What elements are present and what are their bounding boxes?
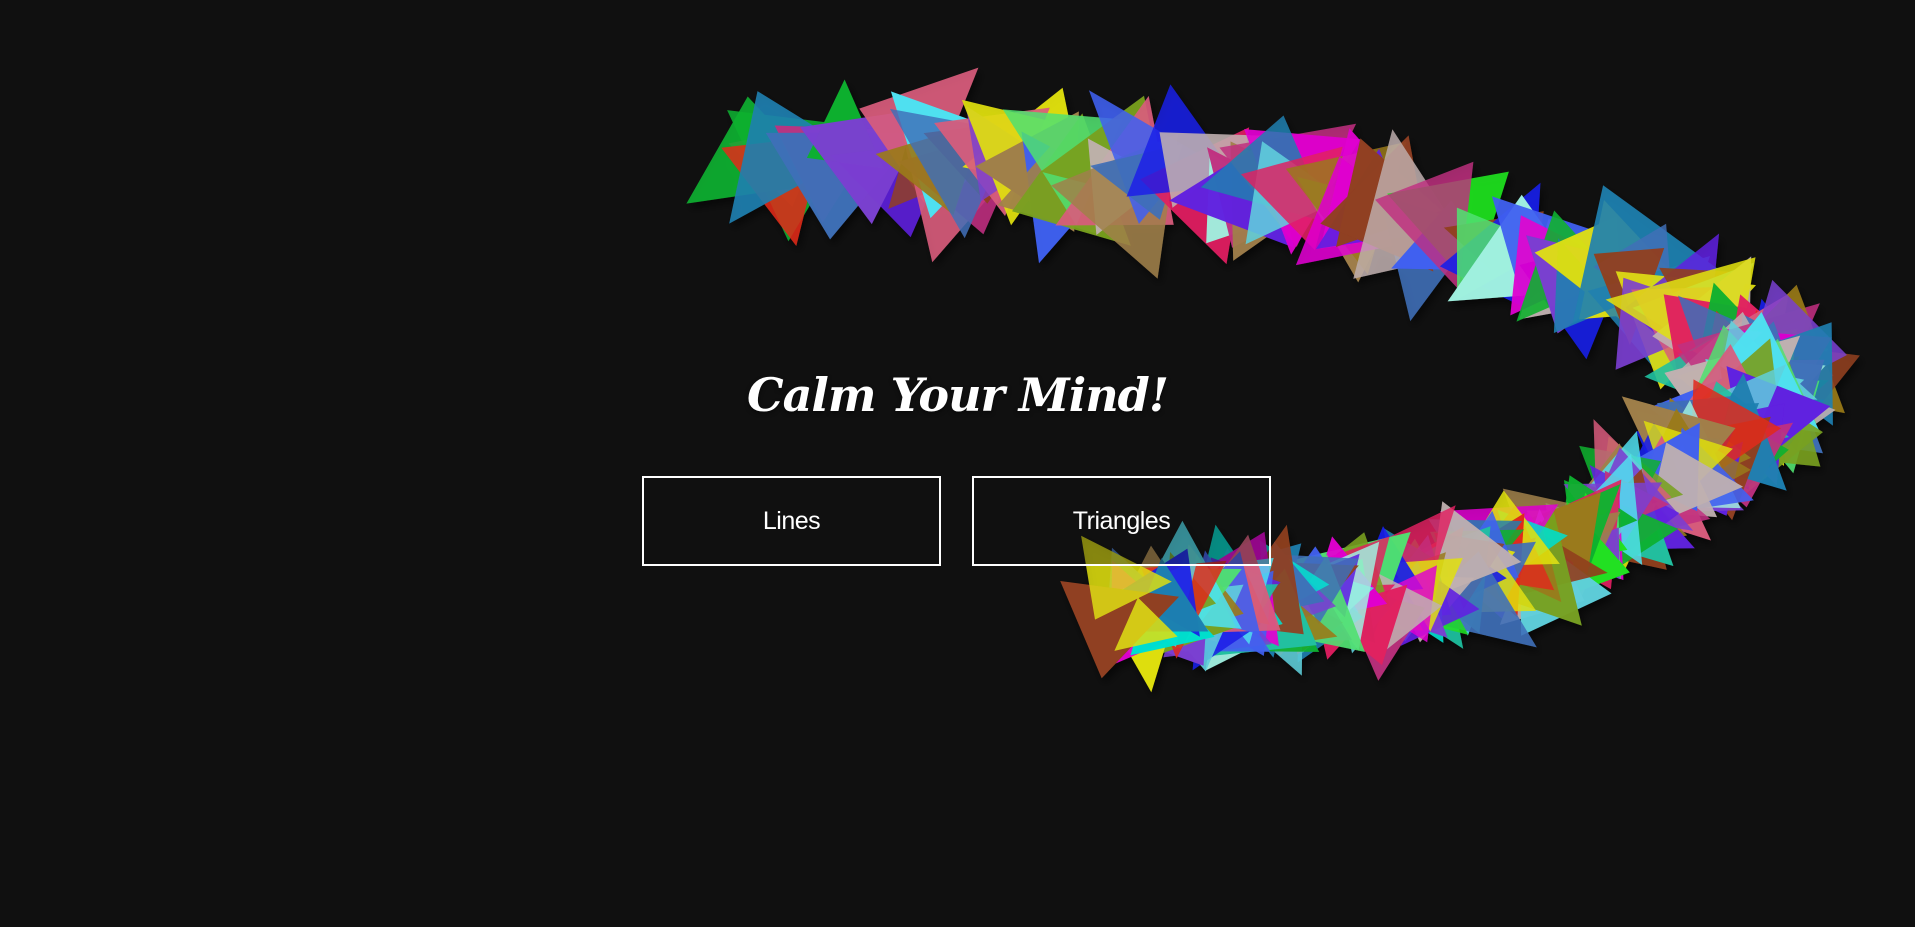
lines-button[interactable]: Lines [642,476,941,566]
lines-button-label: Lines [762,506,821,535]
triangles-button[interactable]: Triangles [972,476,1271,566]
triangles-button-label: Triangles [1072,506,1171,535]
app-stage: Calm Your Mind! Lines Triangles [0,0,1915,927]
triangle-art-canvas [686,67,1860,693]
